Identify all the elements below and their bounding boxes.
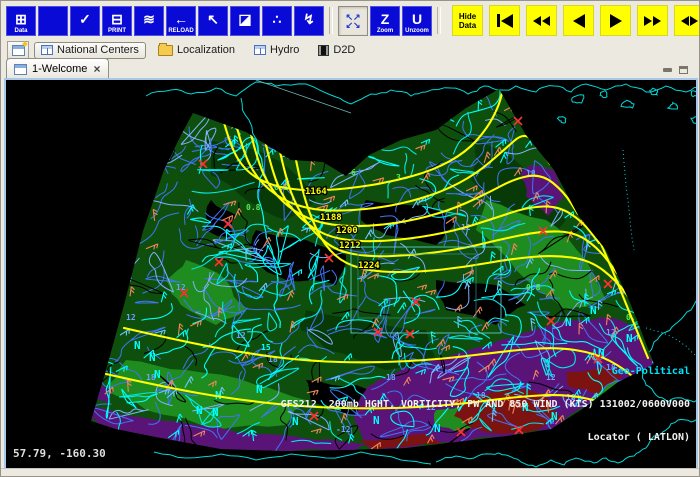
table-icon	[41, 45, 53, 55]
svg-text:15: 15	[261, 343, 271, 352]
svg-text:1224: 1224	[358, 261, 380, 271]
baselines-tool-button[interactable]: ↯	[294, 6, 324, 36]
cursor-coordinates: 57.79, -160.30	[13, 447, 106, 460]
svg-text:N: N	[212, 406, 219, 419]
map-view[interactable]: 12181218-1218121812180.20.8630.812181512…	[4, 78, 698, 470]
view-icon	[14, 64, 27, 75]
zoom-icon: Z	[381, 12, 390, 26]
main-toolbar: ⊞Data ✓ ⊟PRINT ≋ ←RELOAD ↖ ◪ ∴ ↯ ↖↗ ↙↘ Z…	[6, 3, 697, 38]
export-button[interactable]: ↖	[198, 6, 228, 36]
clear-button[interactable]: ≋	[134, 6, 164, 36]
nav-rock-loop-button[interactable]	[674, 5, 700, 36]
reload-arrow-icon: ←	[174, 12, 188, 26]
table-icon	[254, 45, 266, 55]
maximize-icon[interactable]	[679, 66, 688, 74]
perspective-d2d[interactable]: D2D	[311, 42, 362, 59]
printer-icon: ⊟	[111, 12, 123, 26]
svg-text:12: 12	[126, 313, 136, 322]
new-perspective-icon	[12, 45, 25, 56]
rock-loop-icon	[681, 16, 689, 26]
svg-text:1188: 1188	[320, 213, 342, 223]
perspective-bar: National Centers Localization Hydro D2D	[7, 41, 696, 59]
points-tool-button[interactable]: ∴	[262, 6, 292, 36]
frames-icon: ⊞	[15, 12, 27, 26]
product-label: GFS212 200mb HGHT, VORTICITY, PW AND 850…	[281, 399, 690, 410]
hide-data-button[interactable]: Hide Data	[452, 5, 483, 36]
nav-step-back-button[interactable]	[563, 5, 594, 36]
image-properties-button[interactable]: ◪	[230, 6, 260, 36]
close-icon[interactable]: ×	[92, 64, 101, 74]
map-check-icon: ✓	[79, 12, 91, 26]
svg-text:N: N	[154, 368, 161, 381]
hand-streaks-icon: ≋	[143, 12, 155, 26]
svg-text:N: N	[256, 383, 263, 396]
svg-text:N: N	[149, 351, 156, 364]
svg-text:N: N	[565, 316, 572, 329]
first-frame-icon	[497, 14, 500, 27]
expand-arrows-icon: ↙↘	[345, 21, 360, 29]
perspective-hydro[interactable]: Hydro	[247, 42, 306, 59]
book-flag-icon: ◪	[238, 12, 251, 26]
blank-button[interactable]	[38, 6, 68, 36]
toolbar-separator	[329, 7, 333, 34]
open-perspective-button[interactable]	[7, 41, 29, 60]
svg-text:12: 12	[606, 328, 616, 337]
step-forward-icon	[610, 14, 622, 28]
nav-first-frame-button[interactable]	[489, 5, 520, 36]
fit-to-screen-button[interactable]: ↖↗ ↙↘	[338, 6, 368, 36]
svg-text:N: N	[196, 404, 203, 417]
baseline-icon: ↯	[303, 12, 315, 26]
reload-button[interactable]: ←RELOAD	[166, 6, 196, 36]
svg-text:1212: 1212	[339, 241, 361, 251]
overlay-name: Geo-Political	[281, 366, 690, 377]
nav-fast-forward-button[interactable]	[637, 5, 668, 36]
load-map-button[interactable]: ✓	[70, 6, 100, 36]
svg-text:1164: 1164	[305, 187, 327, 197]
perspective-national-centers[interactable]: National Centers	[34, 42, 146, 59]
view-tab-bar: 1-Welcome ×	[4, 59, 696, 79]
unzoom-button[interactable]: UUnzoom	[402, 6, 432, 36]
status-bar	[1, 468, 699, 476]
svg-text:0.8: 0.8	[246, 203, 261, 212]
nav-step-forward-button[interactable]	[600, 5, 631, 36]
locator-label: Locator ( LATLON)	[281, 432, 690, 443]
arrow-out-icon: ↖	[207, 12, 219, 26]
tab-welcome[interactable]: 1-Welcome ×	[6, 58, 109, 79]
svg-text:N: N	[134, 339, 141, 352]
svg-text:1200: 1200	[336, 226, 358, 236]
svg-text:6: 6	[351, 168, 356, 177]
nav-fast-back-button[interactable]	[526, 5, 557, 36]
points-icon: ∴	[273, 12, 282, 26]
unzoom-icon: U	[412, 12, 422, 26]
svg-text:12: 12	[236, 331, 246, 340]
fast-back-icon	[533, 16, 541, 26]
folder-icon	[158, 45, 173, 56]
minimize-icon[interactable]	[663, 68, 672, 72]
step-back-icon	[573, 14, 585, 28]
svg-text:0.8: 0.8	[526, 283, 541, 292]
toolbar-separator	[437, 7, 441, 34]
data-browser-button[interactable]: ⊞Data	[6, 6, 36, 36]
filmstrip-icon	[318, 45, 329, 56]
perspective-localization[interactable]: Localization	[151, 42, 242, 59]
map-legend: Geo-Political GFS212 200mb HGHT, VORTICI…	[281, 344, 690, 465]
fast-forward-icon	[644, 16, 652, 26]
print-button[interactable]: ⊟PRINT	[102, 6, 132, 36]
svg-text:N: N	[590, 304, 597, 317]
zoom-button[interactable]: ZZoom	[370, 6, 400, 36]
cave-window: ⊞Data ✓ ⊟PRINT ≋ ←RELOAD ↖ ◪ ∴ ↯ ↖↗ ↙↘ Z…	[0, 0, 700, 477]
